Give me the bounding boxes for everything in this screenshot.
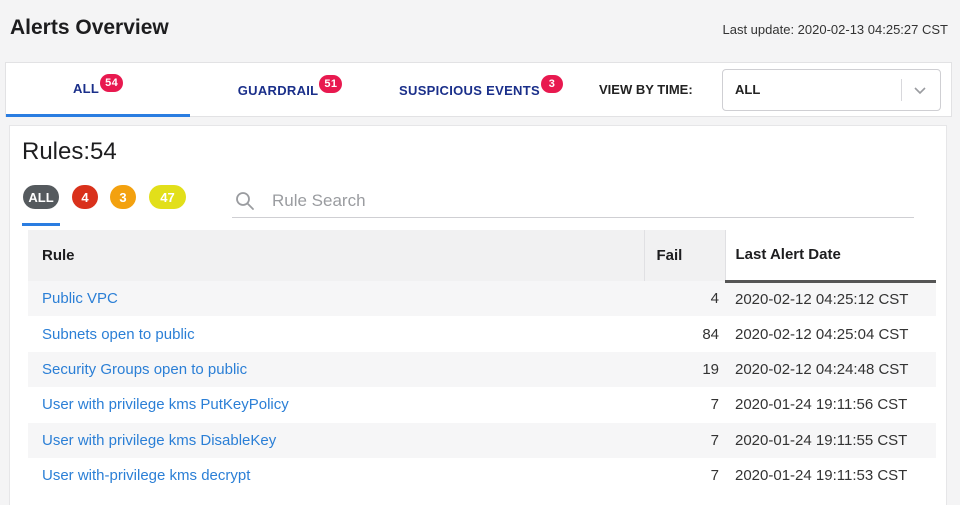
- alert-tabs: ALL 54 GUARDRAIL 51 SUSPICIOUS EVENTS 3 …: [5, 62, 952, 117]
- table-row[interactable]: User with privilege kms DisableKey 7 202…: [28, 422, 936, 458]
- rules-count-title: Rules:54: [22, 138, 117, 165]
- view-by-time-value: ALL: [735, 82, 761, 97]
- active-filter-indicator: [22, 223, 60, 226]
- fail-count: 84: [644, 316, 725, 352]
- last-alert-date: 2020-02-12 04:25:04 CST: [725, 316, 936, 352]
- tab-all-count-badge: 54: [100, 73, 123, 92]
- select-divider: [901, 79, 902, 101]
- table-row[interactable]: Subnets open to public 84 2020-02-12 04:…: [28, 316, 936, 352]
- table-row[interactable]: Public VPC 4 2020-02-12 04:25:12 CST: [28, 281, 936, 317]
- table-row[interactable]: Security Groups open to public 19 2020-0…: [28, 351, 936, 388]
- last-update-text: Last update: 2020-02-13 04:25:27 CST: [722, 22, 949, 37]
- view-by-time-label: VIEW BY TIME:: [599, 82, 693, 97]
- column-header-fail[interactable]: Fail: [644, 230, 726, 281]
- rule-link[interactable]: User with privilege kms DisableKey: [42, 432, 276, 449]
- fail-count: 19: [644, 351, 725, 388]
- rule-search: [232, 186, 914, 218]
- rule-link[interactable]: Subnets open to public: [42, 326, 195, 343]
- tab-all-label: ALL: [72, 81, 100, 96]
- page-header: Alerts Overview Last update: 2020-02-13 …: [0, 0, 960, 60]
- rules-table: Rule Fail Last Alert Date Public VPC 4 2…: [28, 230, 936, 494]
- rule-link[interactable]: User with-privilege kms decrypt: [42, 467, 250, 484]
- fail-count: 7: [644, 422, 725, 458]
- filter-critical-badge[interactable]: 4: [72, 185, 98, 209]
- last-alert-date: 2020-01-24 19:11:53 CST: [725, 457, 936, 494]
- table-row[interactable]: User with-privilege kms decrypt 7 2020-0…: [28, 457, 936, 494]
- page-title: Alerts Overview: [10, 16, 169, 39]
- tab-guardrail-count-badge: 51: [319, 75, 343, 93]
- tab-all[interactable]: ALL 54: [6, 63, 190, 117]
- fail-count: 7: [644, 457, 725, 494]
- column-header-last-alert-date[interactable]: Last Alert Date: [725, 230, 936, 283]
- tab-suspicious-events-count-badge: 3: [540, 75, 563, 93]
- rule-link[interactable]: User with privilege kms PutKeyPolicy: [42, 396, 289, 413]
- tab-suspicious-events-label: SUSPICIOUS EVENTS: [399, 82, 540, 98]
- view-by-time-select[interactable]: ALL: [722, 69, 941, 111]
- filter-high-badge[interactable]: 3: [110, 185, 136, 209]
- rule-link[interactable]: Security Groups open to public: [42, 361, 247, 378]
- rule-search-input[interactable]: [272, 188, 872, 214]
- table-row[interactable]: User with privilege kms PutKeyPolicy 7 2…: [28, 387, 936, 423]
- tab-guardrail[interactable]: GUARDRAIL 51: [230, 63, 350, 117]
- tab-guardrail-label: GUARDRAIL: [237, 82, 319, 98]
- rule-link[interactable]: Public VPC: [42, 290, 118, 307]
- table-header-row: Rule Fail Last Alert Date: [28, 230, 936, 283]
- tab-suspicious-events[interactable]: SUSPICIOUS EVENTS 3: [390, 63, 572, 117]
- search-icon: [236, 192, 254, 210]
- last-alert-date: 2020-02-12 04:25:12 CST: [725, 281, 936, 317]
- column-header-rule[interactable]: Rule: [28, 230, 645, 281]
- rules-panel: Rules:54 ALL 4 3 47 Rule Fail Last Alert…: [9, 125, 947, 505]
- filter-all-badge[interactable]: ALL: [23, 185, 59, 209]
- fail-count: 4: [644, 281, 725, 317]
- last-alert-date: 2020-01-24 19:11:56 CST: [725, 387, 936, 423]
- fail-count: 7: [644, 387, 725, 423]
- filter-medium-badge[interactable]: 47: [149, 185, 186, 209]
- chevron-down-icon[interactable]: [912, 82, 928, 98]
- last-alert-date: 2020-01-24 19:11:55 CST: [725, 422, 936, 458]
- last-alert-date: 2020-02-12 04:24:48 CST: [725, 351, 936, 388]
